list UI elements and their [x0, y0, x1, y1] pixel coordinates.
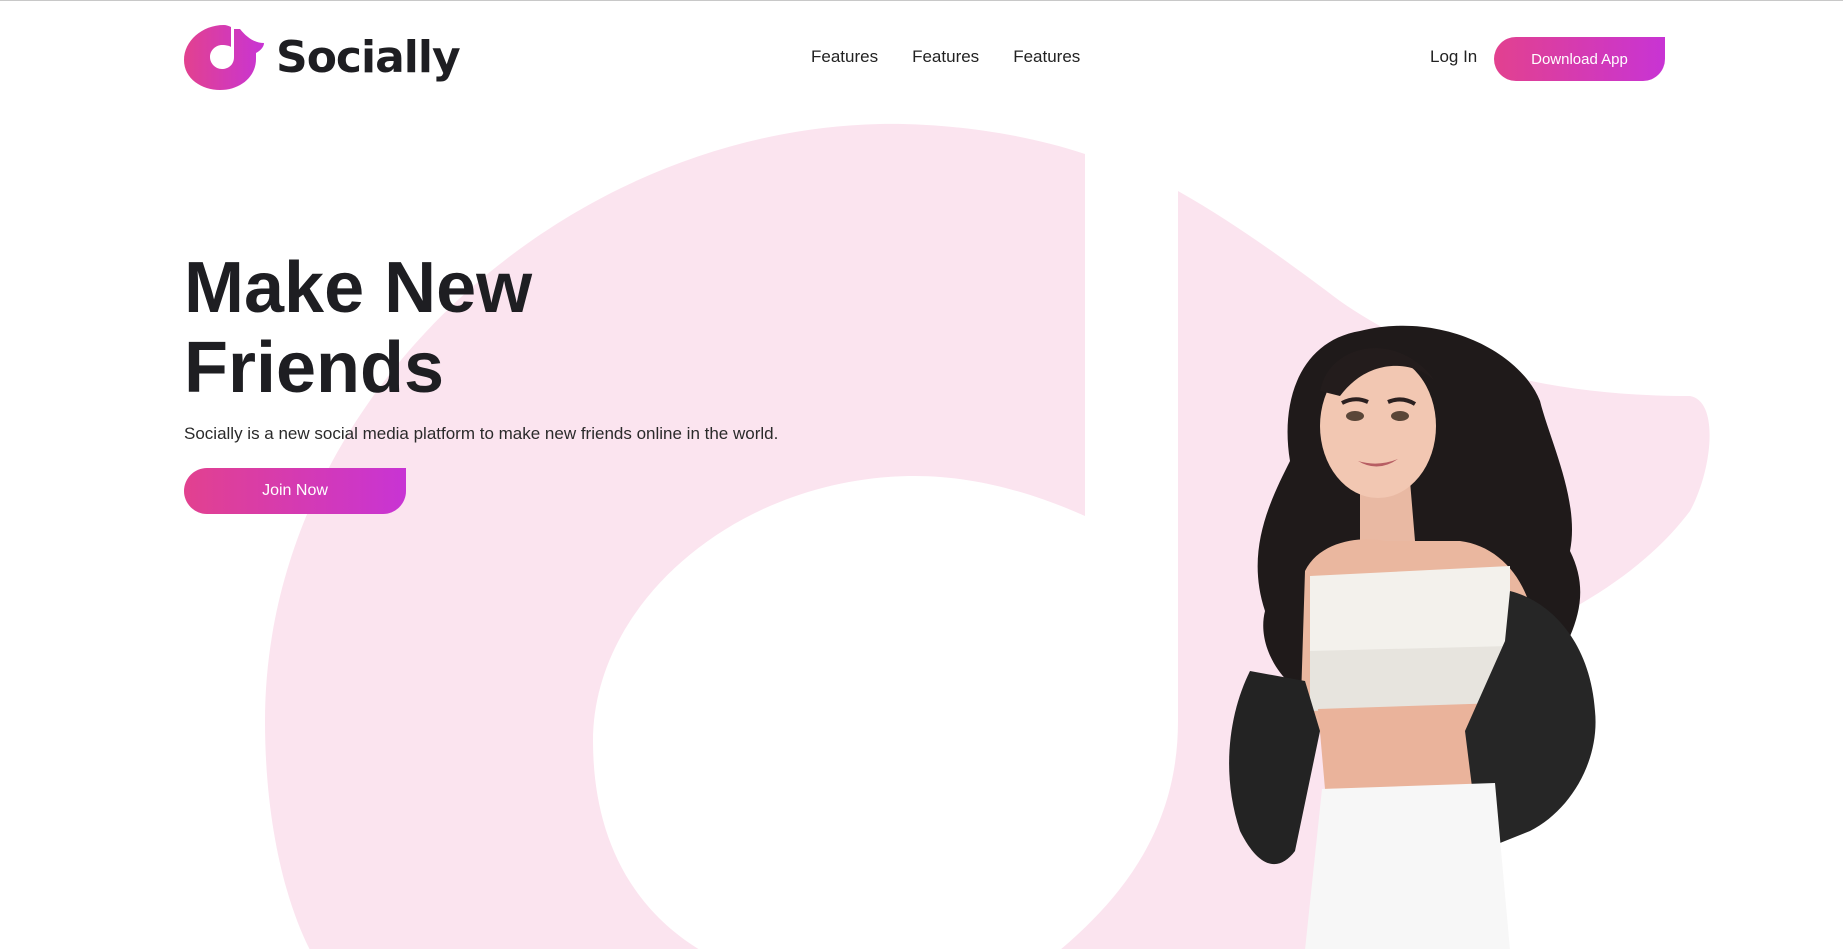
hero-title-line-2: Friends — [184, 328, 445, 408]
join-now-button[interactable]: Join Now — [184, 468, 406, 514]
hero-title: Make New Friends — [184, 248, 704, 408]
site-header: Socially Features Features Features Log … — [184, 23, 1665, 93]
hero-title-line-1: Make New — [184, 248, 533, 328]
main-nav: Features Features Features — [811, 47, 1080, 67]
music-note-icon — [184, 25, 264, 90]
nav-item-features-3[interactable]: Features — [1013, 47, 1080, 67]
brand-name: Socially — [276, 32, 461, 83]
nav-item-features-2[interactable]: Features — [912, 47, 979, 67]
landing-page: Socially Features Features Features Log … — [0, 0, 1843, 949]
nav-item-features-1[interactable]: Features — [811, 47, 878, 67]
hero-subtitle: Socially is a new social media platform … — [184, 424, 779, 443]
hero-person-image — [1229, 325, 1596, 949]
hero-section: Make New Friends Socially is a new socia… — [184, 248, 778, 514]
login-link[interactable]: Log In — [1430, 47, 1477, 67]
brand-logo[interactable]: Socially — [184, 23, 461, 93]
download-app-button[interactable]: Download App — [1494, 37, 1665, 81]
